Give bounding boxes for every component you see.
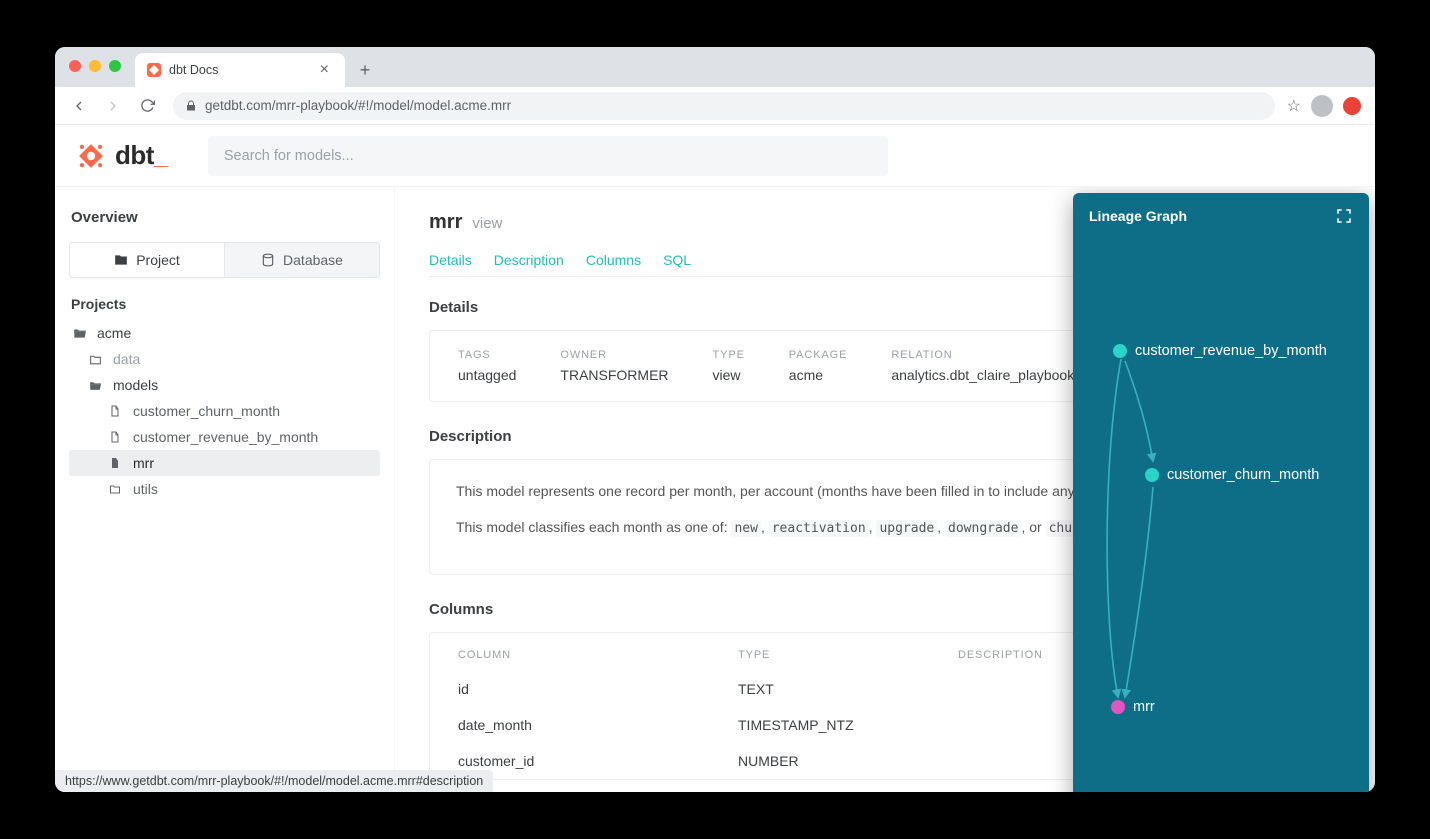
app-body: Overview Project Database Projects acme … [55,187,1375,792]
node-dot-icon [1145,468,1159,482]
details-tags-label: TAGS [458,349,516,361]
details-tags-value: untagged [458,367,516,383]
address-bar: getdbt.com/mrr-playbook/#!/model/model.a… [55,87,1375,125]
tab-details[interactable]: Details [429,244,472,276]
details-owner-label: OWNER [560,349,668,361]
titlebar: dbt Docs × + [55,47,1375,87]
folder-open-icon [73,326,89,340]
tree-item-acme[interactable]: acme [69,320,380,346]
browser-window: dbt Docs × + getdbt.com/mrr-playbook/#!/… [55,47,1375,792]
details-type-value: view [713,367,745,383]
forward-button[interactable] [99,92,127,120]
tab-description[interactable]: Description [494,244,564,276]
details-package-value: acme [789,367,848,383]
search-placeholder: Search for models... [224,148,354,164]
browser-tab[interactable]: dbt Docs × [135,53,345,87]
tree-item-mrr[interactable]: mrr [69,450,380,476]
lock-icon [185,100,197,112]
tab-project[interactable]: Project [69,242,225,278]
tree-item-utils[interactable]: utils [69,476,380,502]
col-header-type: TYPE [738,649,958,661]
overview-heading[interactable]: Overview [69,209,380,226]
details-relation-value: analytics.dbt_claire_playbook.mrr [891,367,1099,383]
model-name: mrr [429,211,462,234]
details-relation-label: RELATION [891,349,1099,361]
url-box[interactable]: getdbt.com/mrr-playbook/#!/model/model.a… [173,92,1275,120]
tab-columns[interactable]: Columns [586,244,641,276]
logo-text: dbt_ [115,140,168,171]
folder-icon [114,253,128,267]
col-name: id [458,681,738,697]
status-bar: https://www.getdbt.com/mrr-playbook/#!/m… [55,770,493,792]
sidebar: Overview Project Database Projects acme … [55,187,395,792]
reload-button[interactable] [133,92,161,120]
tab-sql[interactable]: SQL [663,244,691,276]
lineage-node-customer-churn-month[interactable]: customer_churn_month [1145,467,1319,483]
tree-item-data[interactable]: data [69,346,380,372]
folder-icon [109,483,125,495]
profile-avatar[interactable] [1311,95,1333,117]
details-owner-value: TRANSFORMER [560,367,668,383]
minimize-window-button[interactable] [89,60,101,72]
lineage-graph[interactable]: customer_revenue_by_month customer_churn… [1073,239,1369,759]
model-materialization: view [472,215,502,232]
project-tree: acme data models customer_churn_month cu… [69,320,380,502]
sidebar-tabs: Project Database [69,242,380,278]
details-type-label: TYPE [713,349,745,361]
extension-icon[interactable] [1343,97,1361,115]
tab-favicon [147,63,161,77]
tree-item-models[interactable]: models [69,372,380,398]
status-url: https://www.getdbt.com/mrr-playbook/#!/m… [65,774,483,788]
col-header-column: COLUMN [458,649,738,661]
star-icon[interactable]: ☆ [1287,96,1301,116]
search-input[interactable]: Search for models... [208,136,888,176]
folder-icon [89,353,105,366]
tree-item-customer-churn-month[interactable]: customer_churn_month [69,398,380,424]
file-icon [109,431,125,443]
toolbar-right: ☆ [1287,95,1365,117]
col-type: TIMESTAMP_NTZ [738,717,958,733]
col-name: date_month [458,717,738,733]
tab-project-label: Project [136,252,180,268]
tab-database-label: Database [283,252,343,268]
details-package-label: PACKAGE [789,349,848,361]
close-tab-button[interactable]: × [316,61,333,79]
url-text: getdbt.com/mrr-playbook/#!/model/model.a… [205,98,511,113]
col-type: TEXT [738,681,958,697]
tab-database[interactable]: Database [225,242,380,278]
folder-open-icon [89,379,105,392]
close-window-button[interactable] [69,60,81,72]
file-icon [109,405,125,417]
node-dot-icon [1113,344,1127,358]
app-header: dbt_ Search for models... [55,125,1375,187]
lineage-title: Lineage Graph [1089,208,1187,224]
lineage-panel: Lineage Graph customer_revenue_by_month … [1073,193,1369,792]
col-type: NUMBER [738,753,958,769]
tree-item-customer-revenue-by-month[interactable]: customer_revenue_by_month [69,424,380,450]
database-icon [261,253,275,267]
new-tab-button[interactable]: + [351,56,379,84]
projects-label: Projects [71,296,380,312]
lineage-header: Lineage Graph [1073,193,1369,239]
back-button[interactable] [65,92,93,120]
file-icon [109,457,125,469]
tab-title: dbt Docs [169,63,218,77]
col-name: customer_id [458,753,738,769]
lineage-node-customer-revenue-by-month[interactable]: customer_revenue_by_month [1113,343,1327,359]
maximize-window-button[interactable] [109,60,121,72]
window-controls [69,60,121,72]
node-dot-icon [1111,700,1125,714]
expand-icon[interactable] [1335,207,1353,225]
app-logo[interactable]: dbt_ [77,140,168,171]
lineage-node-mrr[interactable]: mrr [1111,699,1155,715]
logo-mark-icon [77,142,105,170]
